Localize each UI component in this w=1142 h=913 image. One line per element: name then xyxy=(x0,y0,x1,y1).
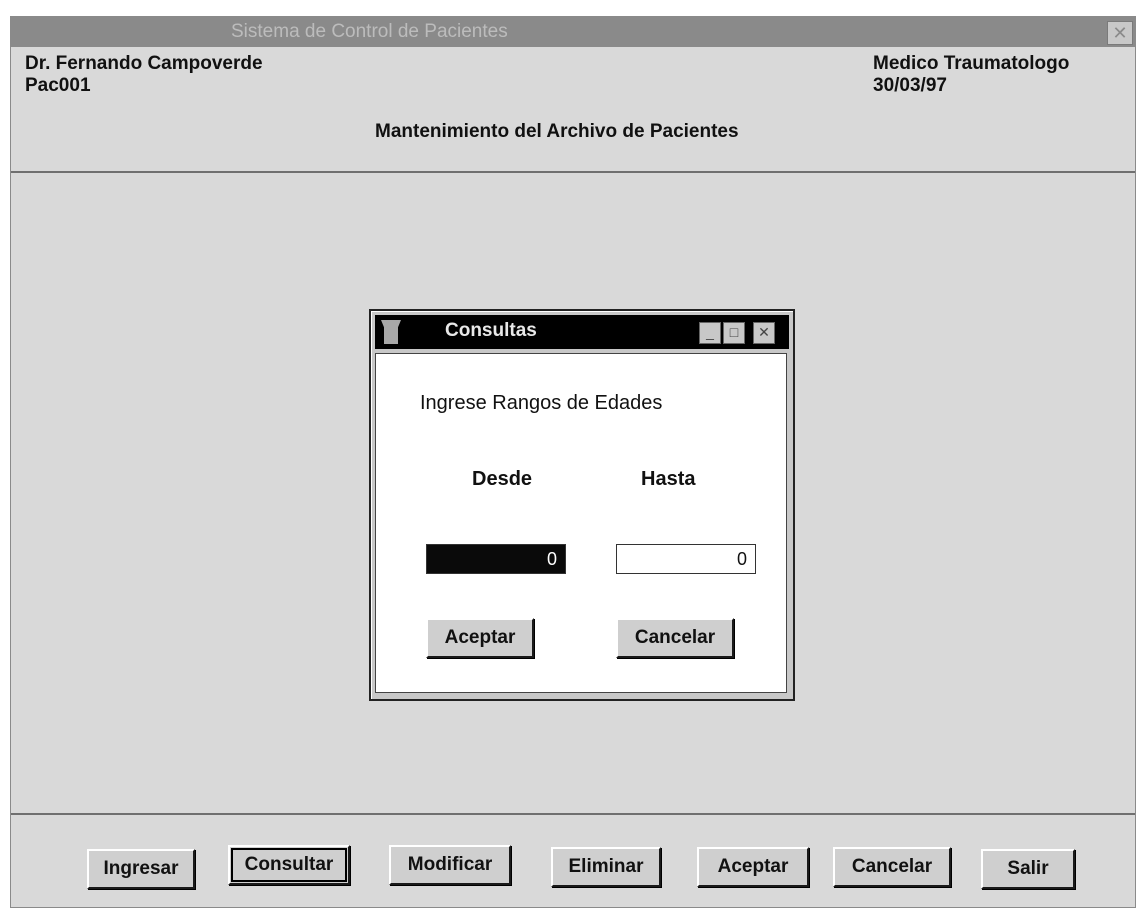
from-label: Desde xyxy=(472,468,533,490)
header-divider xyxy=(11,171,1135,173)
aceptar-button[interactable]: Aceptar xyxy=(697,847,809,887)
modificar-button[interactable]: Modificar xyxy=(389,845,511,885)
dialog-accept-button[interactable]: Aceptar xyxy=(426,618,534,658)
system-menu-icon[interactable] xyxy=(381,320,401,344)
dialog-title-bar[interactable]: Consultas _ □ ✕ xyxy=(375,315,789,349)
consultas-dialog: Consultas _ □ ✕ Ingrese Rangos de Edades… xyxy=(369,309,795,701)
consultar-button[interactable]: Consultar xyxy=(228,845,350,885)
window-title: Sistema de Control de Pacientes xyxy=(231,21,508,42)
eliminar-button[interactable]: Eliminar xyxy=(551,847,661,887)
dialog-body: Ingrese Rangos de Edades Desde Hasta Ace… xyxy=(375,353,787,693)
age-range-prompt: Ingrese Rangos de Edades xyxy=(420,392,663,414)
main-window: Sistema de Control de Pacientes ✕ Dr. Fe… xyxy=(10,16,1136,908)
dialog-cancel-button[interactable]: Cancelar xyxy=(616,618,734,658)
age-to-input[interactable] xyxy=(616,544,756,574)
maximize-icon[interactable]: □ xyxy=(723,322,745,344)
close-icon[interactable]: ✕ xyxy=(753,322,775,344)
footer-divider xyxy=(11,813,1135,815)
ingresar-button[interactable]: Ingresar xyxy=(87,849,195,889)
close-icon[interactable]: ✕ xyxy=(1107,21,1133,45)
page-title: Mantenimiento del Archivo de Pacientes xyxy=(375,121,739,142)
dialog-title: Consultas xyxy=(445,320,537,341)
patient-code: Pac001 xyxy=(25,75,91,96)
to-label: Hasta xyxy=(641,468,696,490)
minimize-icon[interactable]: _ xyxy=(699,322,721,344)
title-bar[interactable]: Sistema de Control de Pacientes ✕ xyxy=(11,17,1135,47)
doctor-name: Dr. Fernando Campoverde xyxy=(25,53,263,74)
cancelar-button[interactable]: Cancelar xyxy=(833,847,951,887)
age-from-input[interactable] xyxy=(426,544,566,574)
doctor-specialty: Medico Traumatologo xyxy=(873,53,1070,74)
salir-button[interactable]: Salir xyxy=(981,849,1075,889)
current-date: 30/03/97 xyxy=(873,75,947,96)
